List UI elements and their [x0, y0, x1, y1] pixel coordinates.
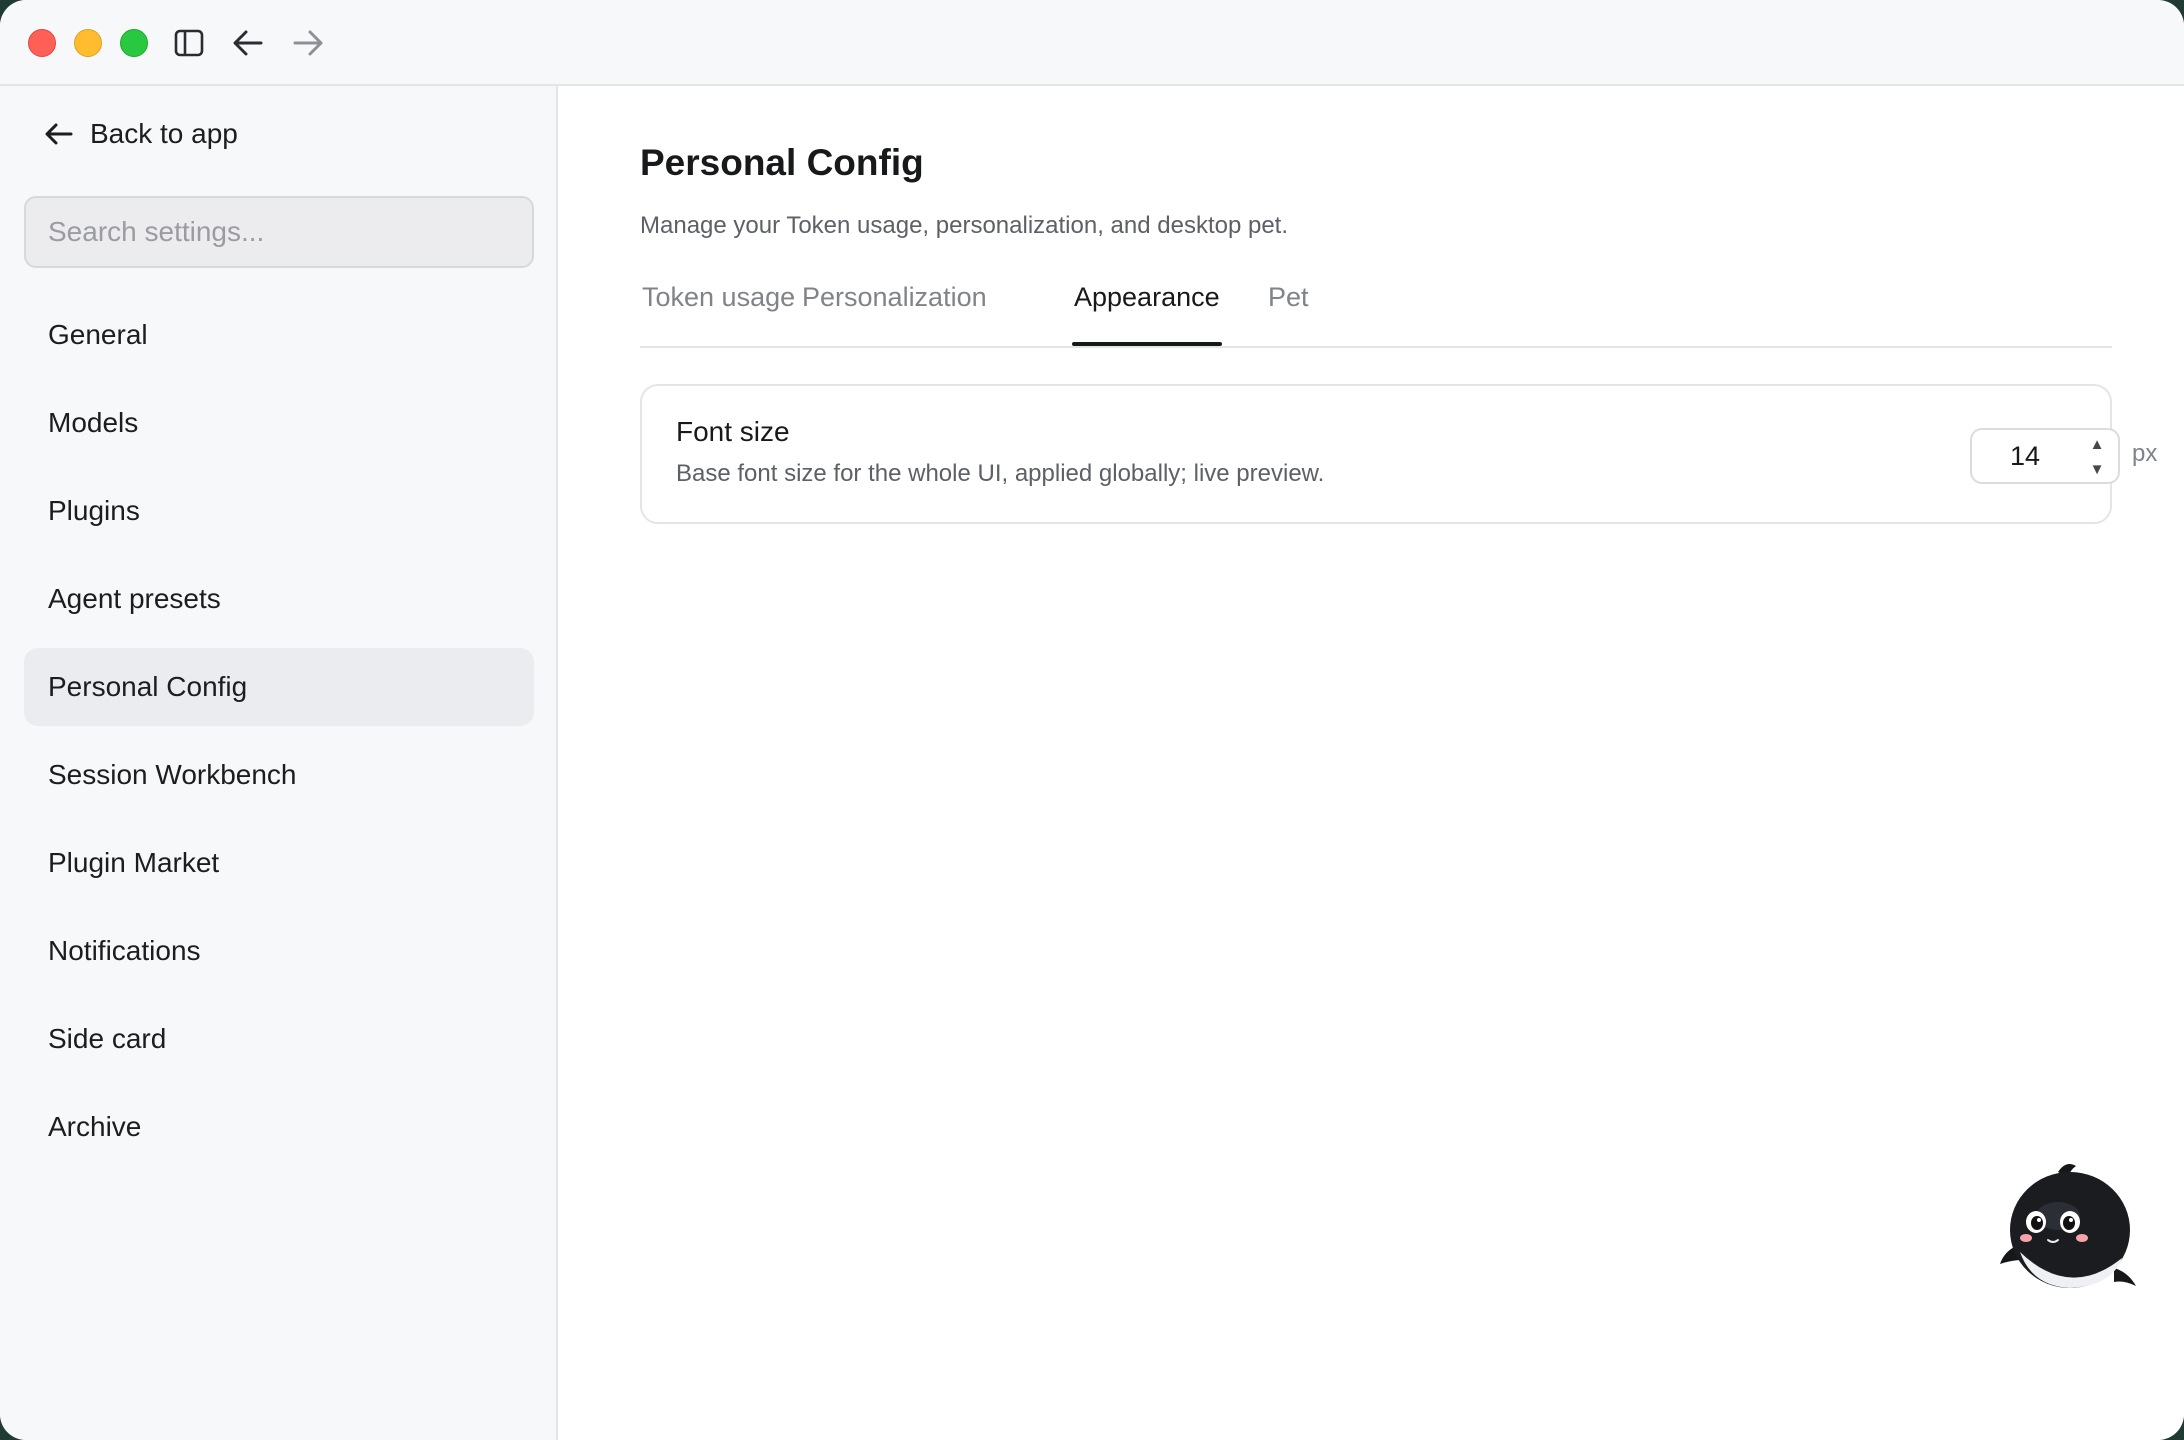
settings-content: Personal Config Manage your Token usage,…	[560, 86, 2184, 1440]
setting-title: Font size	[676, 416, 790, 447]
tab-pet[interactable]: Pet	[1268, 282, 1309, 313]
sidebar-item-models[interactable]: Models	[24, 384, 534, 462]
page-title: Personal Config	[640, 142, 924, 183]
back-arrow-icon[interactable]	[229, 24, 267, 62]
font-size-value[interactable]: 14	[1972, 430, 2078, 482]
sidebar-item-plugin-market[interactable]: Plugin Market	[24, 824, 534, 902]
back-to-app-link[interactable]: Back to app	[44, 114, 238, 154]
back-to-app-label: Back to app	[90, 118, 238, 149]
sidebar-item-label: General	[48, 319, 148, 350]
setting-description: Base font size for the whole UI, applied…	[676, 460, 1325, 487]
arrow-left-icon	[44, 119, 74, 149]
font-size-stepper[interactable]: 14 ▲ ▼	[1970, 428, 2120, 484]
sidebar-item-label: Models	[48, 407, 139, 438]
app-window: Back to app General Models Plugins Agent…	[0, 0, 2184, 1440]
sidebar-item-label: Agent presets	[48, 583, 221, 614]
sidebar-item-label: Personal Config	[48, 671, 248, 702]
font-size-unit: px	[2132, 440, 2158, 467]
orca-pet-icon[interactable]	[1996, 1160, 2146, 1300]
forward-arrow-icon[interactable]	[289, 24, 327, 62]
sidebar-item-personal-config[interactable]: Personal Config	[24, 648, 534, 726]
sidebar-item-notifications[interactable]: Notifications	[24, 912, 534, 990]
page-subtitle: Manage your Token usage, personalization…	[640, 212, 1288, 239]
title-bar	[0, 0, 2184, 86]
sidebar-item-label: Session Workbench	[48, 759, 297, 790]
tab-token-usage[interactable]: Token usage	[642, 282, 795, 313]
sidebar-item-label: Plugin Market	[48, 847, 220, 878]
increment-icon[interactable]: ▲	[2080, 432, 2114, 456]
sidebar-item-archive[interactable]: Archive	[24, 1088, 534, 1166]
tab-appearance[interactable]: Appearance	[1074, 282, 1220, 313]
tab-personalization[interactable]: Personalization	[802, 282, 987, 313]
sidebar-item-label: Archive	[48, 1111, 142, 1142]
settings-sidebar: Back to app General Models Plugins Agent…	[0, 86, 558, 1440]
search-settings-input[interactable]	[24, 196, 534, 268]
sidebar-item-agent-presets[interactable]: Agent presets	[24, 560, 534, 638]
decrement-icon[interactable]: ▼	[2080, 457, 2114, 481]
sidebar-item-session-workbench[interactable]: Session Workbench	[24, 736, 534, 814]
sidebar-item-plugins[interactable]: Plugins	[24, 472, 534, 550]
sidebar-item-side-card[interactable]: Side card	[24, 1000, 534, 1078]
sidebar-item-label: Side card	[48, 1023, 167, 1054]
sidebar-item-label: Notifications	[48, 935, 201, 966]
active-tab-indicator	[1072, 342, 1222, 346]
minimize-window-button[interactable]	[74, 29, 102, 57]
sidebar-item-general[interactable]: General	[24, 296, 534, 374]
maximize-window-button[interactable]	[120, 29, 148, 57]
sidebar-toggle-icon[interactable]	[170, 24, 208, 62]
font-size-setting-card: Font size Base font size for the whole U…	[640, 384, 2157, 524]
tab-bar: Token usage Personalization Appearance P…	[640, 282, 2112, 348]
close-window-button[interactable]	[28, 29, 56, 57]
sidebar-item-label: Plugins	[48, 495, 140, 526]
